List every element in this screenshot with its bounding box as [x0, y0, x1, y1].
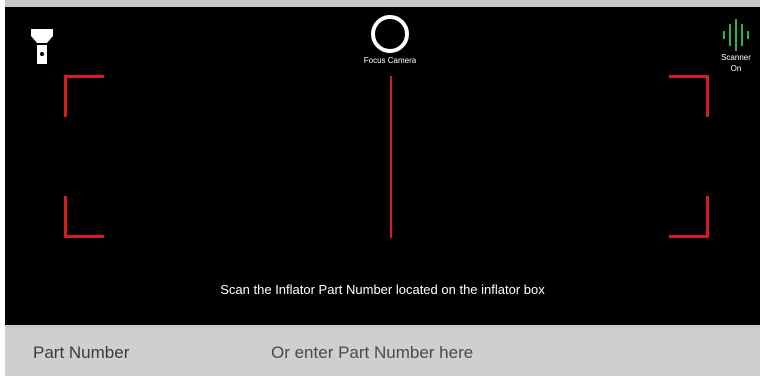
scanner-signal-icon [723, 19, 749, 51]
frame-corner-top-left [64, 75, 104, 117]
flashlight-button[interactable] [27, 28, 57, 66]
frame-corner-bottom-right [669, 196, 709, 238]
focus-camera-label: Focus Camera [363, 56, 417, 65]
flashlight-icon [31, 29, 53, 64]
focus-camera-button[interactable]: Focus Camera [345, 15, 435, 77]
scanner-screen: Focus Camera Scanner On Part Number [5, 0, 760, 376]
scanner-status: On [730, 64, 742, 73]
frame-corner-top-right [669, 75, 709, 117]
scan-instruction: Scan the Inflator Part Number located on… [220, 282, 545, 297]
frame-corner-bottom-left [64, 196, 104, 238]
focus-ring-icon [371, 15, 409, 53]
part-number-bar: Part Number [5, 328, 760, 376]
part-number-input[interactable] [263, 336, 749, 370]
scanner-toggle[interactable]: Scanner On [714, 19, 758, 89]
scanner-label: Scanner [721, 53, 751, 62]
scan-line [390, 76, 392, 238]
camera-viewfinder: Focus Camera Scanner On [5, 7, 760, 325]
part-number-label: Part Number [33, 343, 130, 362]
